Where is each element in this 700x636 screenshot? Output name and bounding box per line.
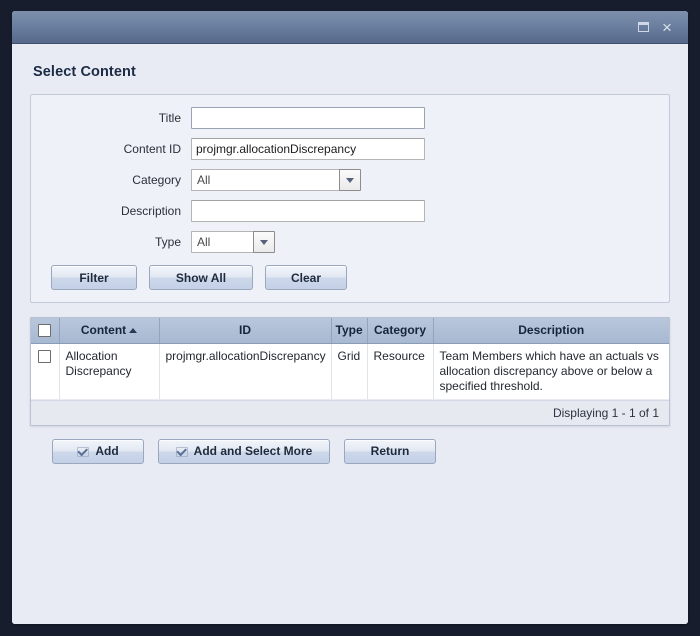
clear-button[interactable]: Clear <box>265 265 347 290</box>
table-row[interactable]: Allocation Discrepancy projmgr.allocatio… <box>31 343 669 400</box>
row-type-cell: Grid <box>331 343 368 400</box>
row-category-cell: Resource <box>367 343 434 400</box>
row-content-cell: Allocation Discrepancy <box>59 343 160 400</box>
add-and-select-more-button[interactable]: Add and Select More <box>158 438 330 464</box>
filter-panel: Title Content ID Category All <box>30 94 670 303</box>
id-column-header[interactable]: ID <box>159 318 332 344</box>
dialog-body: Select Content Title Content ID Category… <box>12 44 688 624</box>
page-title: Select Content <box>33 64 136 80</box>
category-label: Category <box>132 173 181 187</box>
add-button[interactable]: Add <box>52 438 144 464</box>
content-column-header[interactable]: Content <box>59 318 160 344</box>
form-row-description: Description <box>31 200 669 222</box>
table-header-row: Content ID Type Category Description <box>31 318 669 344</box>
grid-footer: Displaying 1 - 1 of 1 <box>31 399 669 425</box>
window-frame: × Select Content Title Content ID Catego… <box>0 0 700 636</box>
form-row-title: Title <box>31 107 669 129</box>
form-row-type: Type All <box>31 231 669 253</box>
results-grid: Content ID Type Category Description All… <box>30 317 670 426</box>
row-description-cell: Team Members which have an actuals vs al… <box>433 343 669 400</box>
close-icon: × <box>662 17 672 37</box>
form-row-content-id: Content ID <box>31 138 669 160</box>
results-table: Content ID Type Category Description All… <box>31 318 669 400</box>
sort-ascending-icon <box>129 328 138 334</box>
form-row-category: Category All <box>31 169 669 191</box>
description-label: Description <box>120 204 181 218</box>
maximize-icon <box>637 22 649 32</box>
content-id-label: Content ID <box>123 142 181 156</box>
type-select-value[interactable]: All <box>191 231 253 253</box>
content-column-label: Content <box>80 323 127 338</box>
type-select[interactable]: All <box>191 231 275 253</box>
return-button[interactable]: Return <box>344 438 436 464</box>
grid-status-text: Displaying 1 - 1 of 1 <box>552 405 659 420</box>
select-all-header[interactable] <box>31 318 60 344</box>
row-checkbox[interactable] <box>38 349 52 363</box>
category-select-value[interactable]: All <box>191 169 339 191</box>
select-all-checkbox[interactable] <box>38 324 52 338</box>
type-label: Type <box>154 235 181 249</box>
category-column-header[interactable]: Category <box>367 318 434 344</box>
row-select-cell[interactable] <box>31 343 60 400</box>
chevron-down-icon <box>260 239 268 245</box>
type-column-header[interactable]: Type <box>331 318 368 344</box>
title-label: Title <box>158 111 181 125</box>
description-input[interactable] <box>191 200 425 222</box>
type-dropdown-button[interactable] <box>253 231 275 253</box>
title-bar: × <box>12 11 688 44</box>
description-column-header[interactable]: Description <box>433 318 669 344</box>
filter-button-row: Filter Show All Clear <box>51 265 669 290</box>
action-button-row: Add Add and Select More Return <box>52 438 670 464</box>
content-id-input[interactable] <box>191 138 425 160</box>
row-id-cell: projmgr.allocationDiscrepancy <box>159 343 332 400</box>
category-dropdown-button[interactable] <box>339 169 361 191</box>
show-all-button[interactable]: Show All <box>149 265 253 290</box>
chevron-down-icon <box>346 177 354 183</box>
filter-button[interactable]: Filter <box>51 265 137 290</box>
check-icon <box>175 446 188 457</box>
add-button-label: Add <box>95 444 119 458</box>
return-button-label: Return <box>370 444 410 458</box>
dialog-window: × Select Content Title Content ID Catego… <box>12 11 688 624</box>
title-input[interactable] <box>191 107 425 129</box>
maximize-button[interactable] <box>632 16 654 38</box>
close-button[interactable]: × <box>656 16 678 38</box>
check-icon <box>77 446 90 457</box>
category-select[interactable]: All <box>191 169 361 191</box>
add-and-select-more-button-label: Add and Select More <box>193 444 313 458</box>
